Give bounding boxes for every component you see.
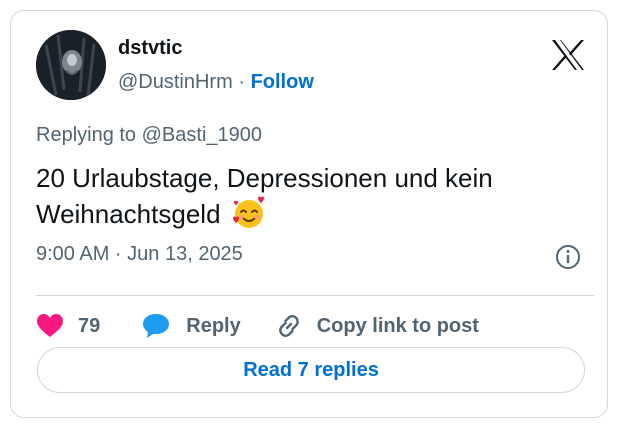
link-icon <box>278 315 299 337</box>
like-count: 79 <box>78 314 101 337</box>
avatar-image <box>36 30 106 100</box>
info-icon[interactable] <box>555 244 581 270</box>
post-card: dstvtic @DustinHrm · Follow Replying to … <box>10 10 608 418</box>
handle-separator: · <box>238 71 245 93</box>
copy-link-label: Copy link to post <box>316 314 479 337</box>
handle-row: @DustinHrm · Follow <box>118 71 314 94</box>
read-replies-button[interactable]: Read 7 replies <box>37 347 585 393</box>
reply-button[interactable]: Reply <box>142 313 241 339</box>
avatar[interactable] <box>36 30 106 100</box>
follow-button[interactable]: Follow <box>251 71 314 93</box>
replying-to[interactable]: Replying to @Basti_1900 <box>36 124 262 147</box>
like-button[interactable]: 79 <box>36 313 100 339</box>
divider <box>36 295 594 296</box>
post-text: 20 Urlaubstage, Depressionen und kein We… <box>36 160 596 232</box>
author-name[interactable]: dstvtic <box>118 37 182 60</box>
action-bar: 79 Reply Copy link to post <box>36 311 479 341</box>
copy-link-button[interactable]: Copy link to post <box>275 312 479 340</box>
smiling-face-with-hearts-icon <box>232 196 264 228</box>
reply-label: Reply <box>186 314 241 337</box>
x-logo-icon[interactable] <box>551 39 585 71</box>
heart-icon <box>37 314 63 337</box>
reply-bubble-icon <box>143 314 170 338</box>
author-handle[interactable]: @DustinHrm <box>118 71 233 93</box>
post-timestamp[interactable]: 9:00 AM · Jun 13, 2025 <box>36 243 243 266</box>
